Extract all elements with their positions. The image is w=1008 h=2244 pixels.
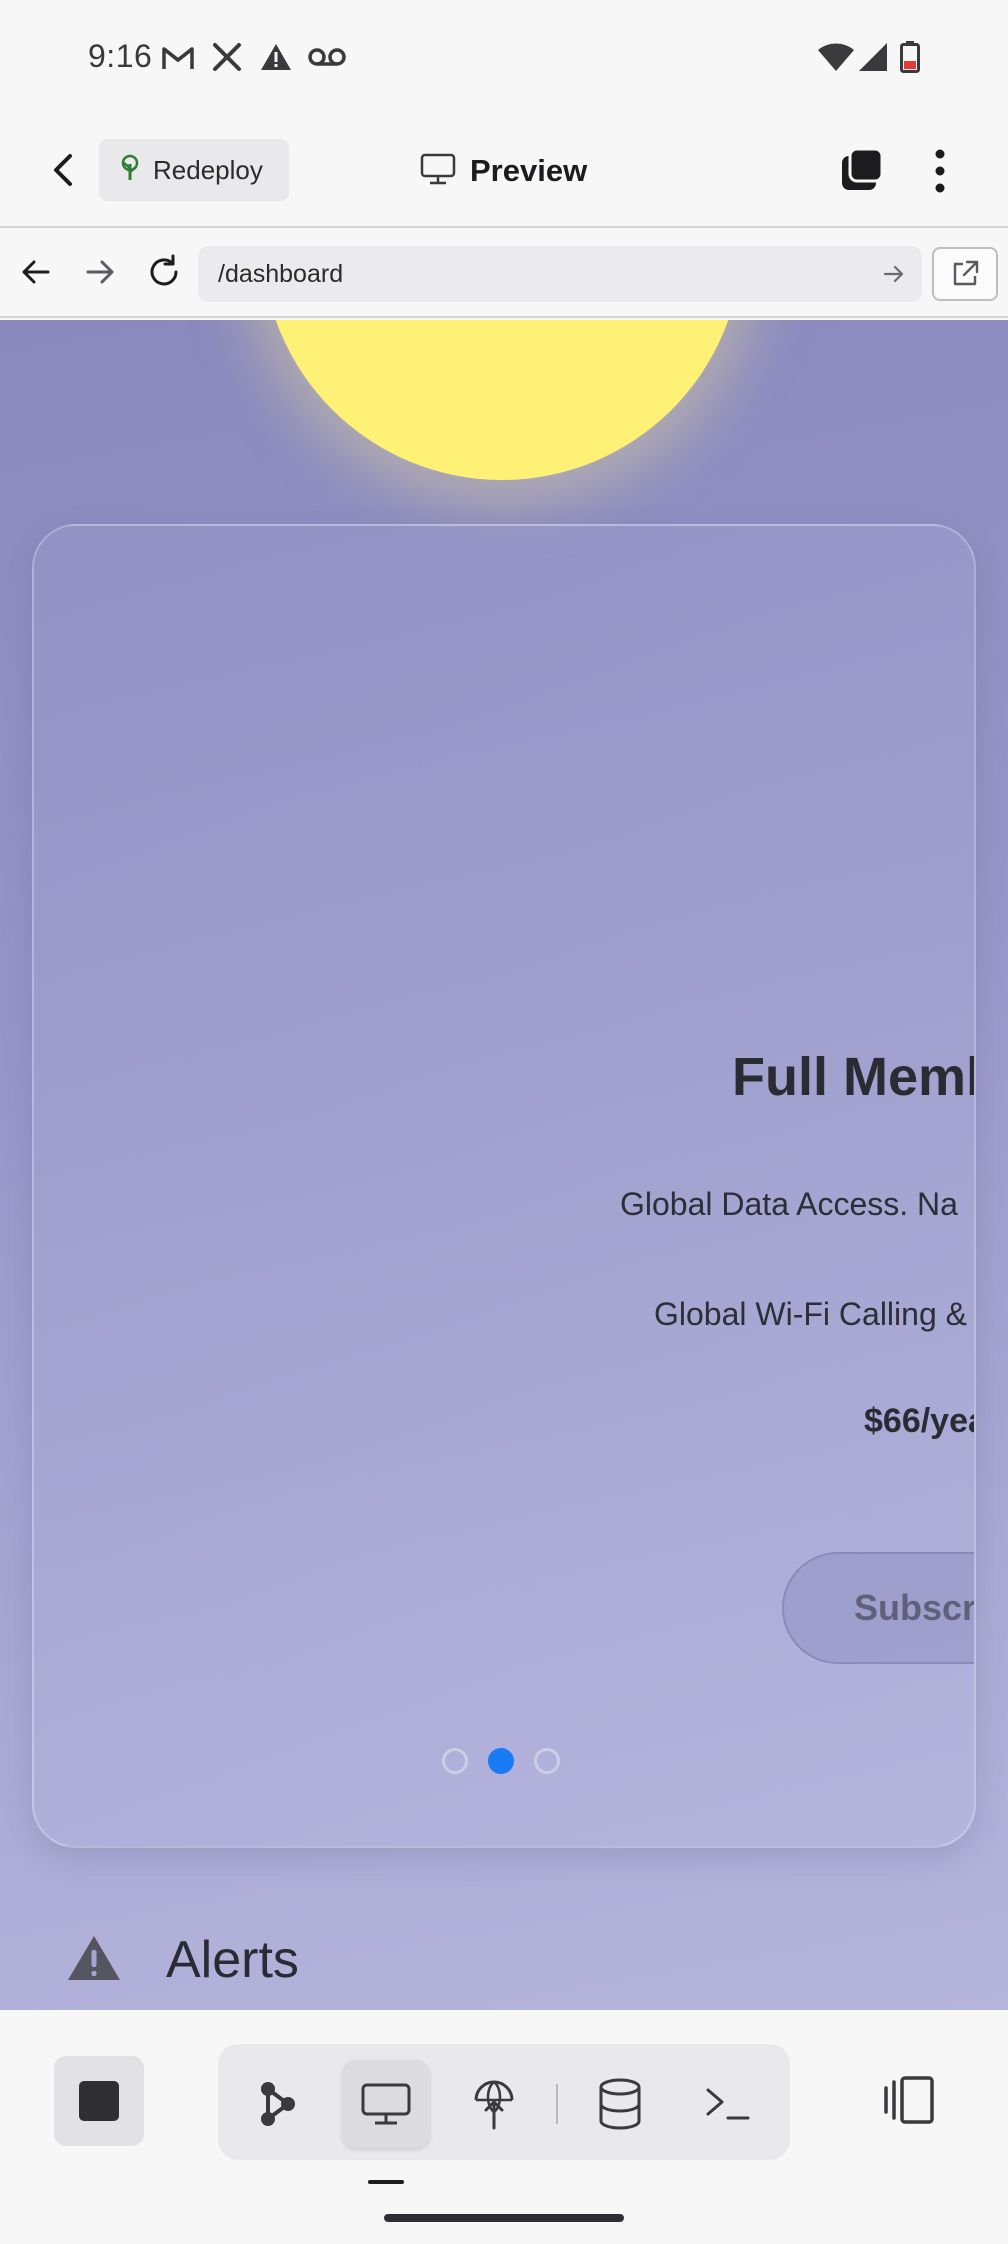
- battery-low-icon: [898, 40, 922, 74]
- preview-title: Preview: [420, 146, 587, 196]
- panel-toggle-icon[interactable]: [880, 2070, 940, 2130]
- warning-icon: [66, 1933, 122, 1988]
- tabs-stack-icon[interactable]: [838, 146, 886, 194]
- home-indicator[interactable]: [384, 2214, 624, 2222]
- tree-icon: [117, 154, 143, 187]
- warning-icon: [258, 40, 294, 74]
- url-input[interactable]: /dashboard: [198, 246, 922, 302]
- monitor-icon: [420, 153, 456, 190]
- carousel-dot-2[interactable]: [488, 1748, 514, 1774]
- stop-button[interactable]: [54, 2056, 144, 2146]
- subscribe-button[interactable]: Subscri: [782, 1552, 976, 1664]
- redeploy-button[interactable]: Redeploy: [99, 139, 289, 201]
- card-feature-1: Global Data Access. Na: [620, 1186, 958, 1222]
- card-title: Full Memb: [732, 1047, 976, 1107]
- card-feature-2: Global Wi-Fi Calling &: [654, 1296, 967, 1332]
- arrow-right-icon[interactable]: [78, 250, 122, 294]
- tool-group: [218, 2044, 790, 2160]
- subscribe-label: Subscri: [854, 1587, 976, 1628]
- sun-decoration: [262, 320, 742, 480]
- redeploy-label: Redeploy: [153, 154, 263, 185]
- wifi-icon: [816, 40, 856, 74]
- terminal-icon[interactable]: [684, 2060, 772, 2148]
- carousel-dots: [442, 1748, 560, 1774]
- app-bar: Redeploy Preview: [0, 116, 1008, 228]
- url-text: /dashboard: [218, 259, 344, 288]
- database-icon[interactable]: [576, 2060, 664, 2148]
- status-time: 9:16: [88, 38, 153, 74]
- browser-url-bar: /dashboard: [0, 230, 1008, 318]
- voicemail-icon: [308, 40, 346, 74]
- carousel-dot-3[interactable]: [534, 1748, 560, 1774]
- go-arrow-icon[interactable]: [880, 260, 908, 288]
- carousel-dot-1[interactable]: [442, 1748, 468, 1774]
- gmail-icon: [160, 40, 196, 74]
- alerts-label: Alerts: [166, 1931, 299, 1989]
- arrow-left-icon[interactable]: [14, 250, 58, 294]
- membership-card: Full Memb Global Data Access. Na Global …: [32, 524, 976, 1848]
- active-tab-indicator: [368, 2180, 404, 2184]
- stop-icon: [79, 2081, 119, 2121]
- graph-nodes-icon[interactable]: [234, 2060, 322, 2148]
- card-price: $66/yea: [864, 1402, 976, 1440]
- deploy-globe-icon[interactable]: [450, 2060, 538, 2148]
- more-vertical-icon[interactable]: [920, 146, 960, 196]
- chevron-left-icon[interactable]: [42, 148, 86, 192]
- bottom-toolbar: [0, 2010, 1008, 2244]
- status-bar: 9:16: [0, 0, 1008, 116]
- external-link-icon[interactable]: [932, 247, 998, 301]
- preview-title-label: Preview: [470, 153, 588, 188]
- monitor-icon[interactable]: [342, 2060, 430, 2148]
- toolbar-separator: [556, 2084, 558, 2124]
- x-icon: [210, 40, 244, 74]
- web-preview: Full Memb Global Data Access. Na Global …: [0, 320, 1008, 2010]
- signal-icon: [856, 40, 890, 74]
- alerts-heading: Alerts: [66, 1930, 299, 1990]
- reload-icon[interactable]: [142, 250, 186, 294]
